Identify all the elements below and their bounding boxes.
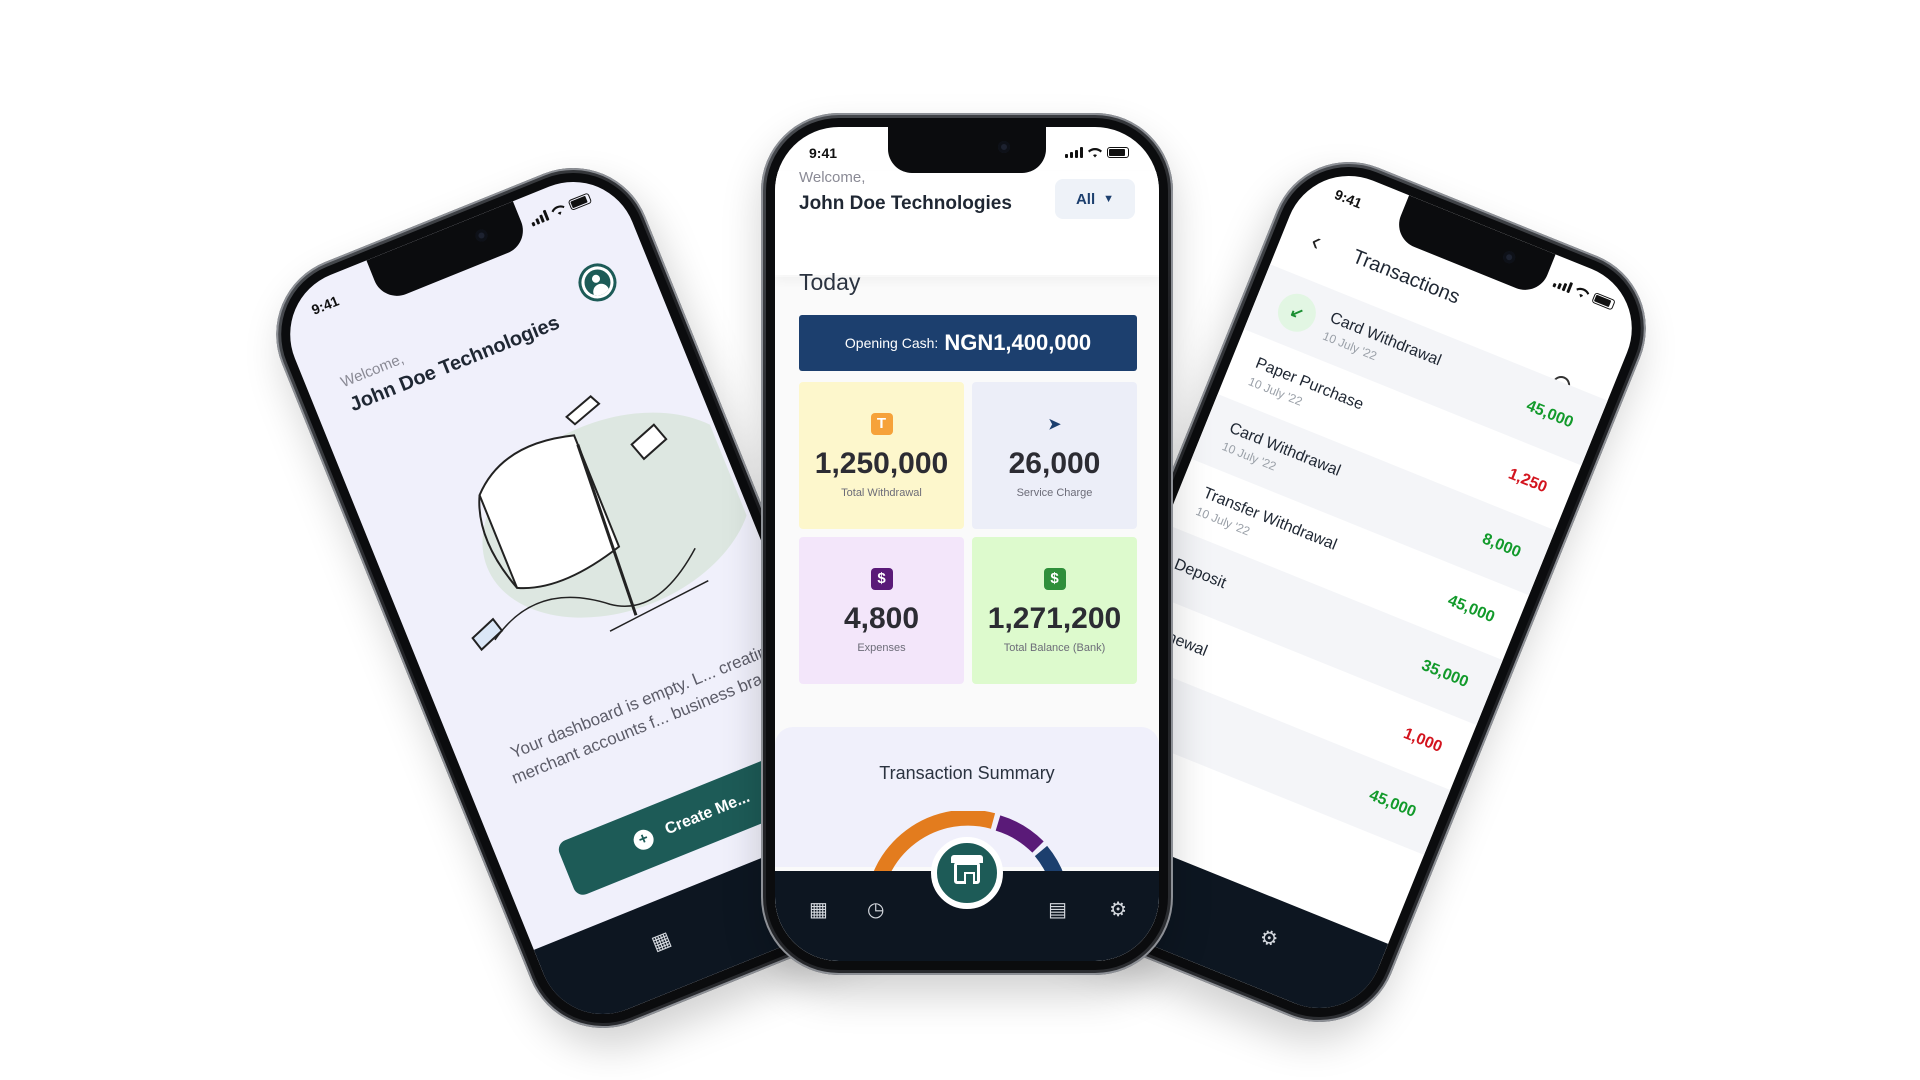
settings-icon[interactable]: ⚙ — [1109, 897, 1127, 922]
settings-icon[interactable]: ⚙ — [1256, 923, 1282, 953]
plus-icon: + — [630, 826, 657, 853]
showcase-stage: 9:41 Welcome, John Doe Technologies Your… — [0, 0, 1920, 1080]
arrow-down-icon: ↙ — [1272, 288, 1322, 338]
welcome-text: Welcome, — [799, 169, 866, 186]
report-icon[interactable]: ▤ — [1048, 897, 1067, 922]
stat-label: Total Balance (Bank) — [1003, 641, 1106, 654]
withdrawal-icon: T — [870, 412, 893, 435]
battery-icon — [567, 192, 593, 211]
store-icon — [951, 855, 983, 884]
transaction-amount: 45,000 — [1445, 592, 1497, 627]
transaction-amount: 35,000 — [1419, 656, 1471, 692]
transaction-amount: 8,000 — [1479, 530, 1524, 562]
company-name: John Doe Technologies — [799, 193, 1012, 214]
opening-cash-banner: Opening Cash: NGN1,400,000 — [799, 315, 1137, 371]
donut-segment-purple — [995, 815, 1044, 853]
notch — [888, 127, 1046, 173]
stat-value: 1,271,200 — [987, 601, 1122, 635]
expenses-icon: $ — [870, 567, 893, 590]
transaction-amount: 45,000 — [1523, 397, 1576, 432]
status-time: 9:41 — [309, 292, 342, 318]
battery-icon — [1591, 292, 1616, 311]
wifi-icon — [1088, 147, 1102, 158]
phone-center: 9:41 Welcome, John Doe Technologies All … — [761, 113, 1173, 975]
stat-label: Expenses — [857, 641, 906, 654]
transaction-amount: 45,000 — [1366, 786, 1419, 821]
transaction-amount: 1,000 — [1401, 725, 1445, 756]
dashboard-icon[interactable]: ▦ — [648, 925, 675, 955]
signal-icon — [1065, 147, 1083, 158]
summary-title: Transaction Summary — [879, 763, 1055, 783]
stat-value: 26,000 — [1008, 446, 1101, 480]
stat-label: Total Withdrawal — [841, 486, 922, 499]
signal-icon — [1552, 276, 1574, 294]
dashboard-screen: 9:41 Welcome, John Doe Technologies All … — [775, 127, 1159, 961]
back-arrow-icon[interactable]: ‹ — [1307, 225, 1326, 257]
opening-cash-value: NGN1,400,000 — [944, 330, 1092, 355]
chevron-down-icon: ▼ — [1103, 193, 1115, 205]
create-merchant-label: Create Me... — [662, 788, 753, 839]
section-title-today: Today — [799, 269, 861, 295]
battery-icon — [1107, 147, 1129, 158]
opening-cash-label: Opening Cash: — [844, 335, 939, 351]
stat-label: Service Charge — [1016, 486, 1093, 499]
wifi-icon — [551, 205, 565, 215]
filter-label: All — [1075, 190, 1096, 208]
wifi-icon — [1576, 287, 1590, 298]
signal-icon — [529, 209, 550, 227]
transaction-amount: 1,250 — [1505, 465, 1550, 497]
filter-dropdown[interactable]: All ▼ — [1055, 179, 1135, 219]
stat-card-total-balance[interactable]: $ 1,271,200 Total Balance (Bank) — [972, 537, 1137, 684]
paper-plane-icon: ➤ — [1048, 415, 1061, 433]
empty-mailbox-illustration — [471, 395, 752, 652]
store-fab-button[interactable] — [931, 837, 1003, 909]
stat-card-total-withdrawal[interactable]: T 1,250,000 Total Withdrawal — [799, 382, 964, 529]
status-time: 9:41 — [809, 145, 838, 161]
stat-value: 4,800 — [843, 601, 920, 635]
dashboard-icon[interactable]: ▦ — [809, 897, 828, 922]
stat-card-expenses[interactable]: $ 4,800 Expenses — [799, 537, 964, 684]
stat-card-service-charge[interactable]: ➤ 26,000 Service Charge — [972, 382, 1137, 529]
history-icon[interactable]: ◷ — [867, 897, 884, 922]
stat-value: 1,250,000 — [814, 446, 949, 480]
status-time: 9:41 — [1332, 186, 1365, 212]
profile-avatar-icon[interactable] — [572, 257, 623, 308]
money-stack-icon: $ — [1043, 567, 1066, 590]
stats-grid: T 1,250,000 Total Withdrawal ➤ 26,000 Se… — [799, 382, 1137, 684]
